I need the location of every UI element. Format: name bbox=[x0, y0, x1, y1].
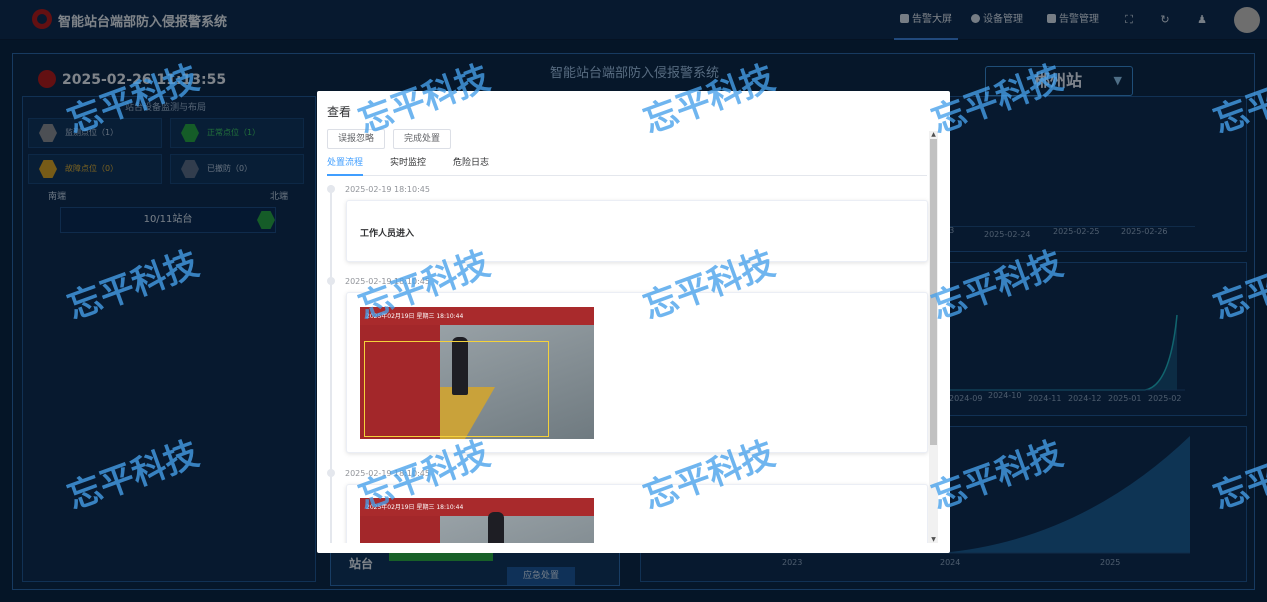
person-figure bbox=[488, 512, 504, 543]
scroll-up-icon[interactable]: ▲ bbox=[930, 131, 937, 138]
timeline-dot bbox=[327, 185, 335, 193]
timeline[interactable]: 2025-02-19 18:10:45 工作人员进入 2025-02-19 18… bbox=[327, 179, 947, 543]
camera-snapshot[interactable]: 2025年02月19日 星期三 18:10:44 bbox=[360, 498, 594, 543]
tab-handling-process[interactable]: 处置流程 bbox=[327, 155, 364, 176]
camera-osd-text: 2025年02月19日 星期三 18:10:44 bbox=[366, 504, 464, 511]
tab-live-monitor[interactable]: 实时监控 bbox=[390, 155, 426, 176]
timeline-scrollbar[interactable]: ▲ ▼ bbox=[929, 131, 938, 543]
timeline-axis bbox=[330, 185, 332, 543]
timeline-dot bbox=[327, 469, 335, 477]
timeline-time: 2025-02-19 18:10:45 bbox=[345, 185, 430, 194]
detection-zone bbox=[364, 341, 549, 437]
timeline-time: 2025-02-19 18:10:45 bbox=[345, 469, 430, 478]
view-dialog: 查看 误报忽略 完成处置 处置流程 实时监控 危险日志 2025-02-19 1… bbox=[317, 91, 950, 553]
dialog-title: 查看 bbox=[327, 105, 352, 119]
timeline-time: 2025-02-19 18:10:45 bbox=[345, 277, 430, 286]
timeline-dot bbox=[327, 277, 335, 285]
camera-snapshot[interactable]: 2025年02月19日 星期三 18:10:44 bbox=[360, 307, 594, 439]
event-description: 工作人员进入 bbox=[360, 229, 415, 239]
false-alarm-ignore-button[interactable]: 误报忽略 bbox=[327, 129, 386, 149]
timeline-card: 2025年02月19日 星期三 18:10:44 bbox=[346, 484, 928, 543]
dialog-tabs: 处置流程 实时监控 危险日志 bbox=[327, 155, 927, 176]
tab-danger-log[interactable]: 危险日志 bbox=[453, 155, 489, 176]
scroll-down-icon[interactable]: ▼ bbox=[930, 536, 937, 543]
timeline-card: 2025年02月19日 星期三 18:10:44 bbox=[346, 292, 928, 453]
timeline-card: 工作人员进入 bbox=[346, 200, 928, 262]
complete-handling-button[interactable]: 完成处置 bbox=[393, 129, 452, 149]
camera-osd-text: 2025年02月19日 星期三 18:10:44 bbox=[366, 313, 464, 320]
scrollbar-thumb[interactable] bbox=[930, 139, 937, 445]
